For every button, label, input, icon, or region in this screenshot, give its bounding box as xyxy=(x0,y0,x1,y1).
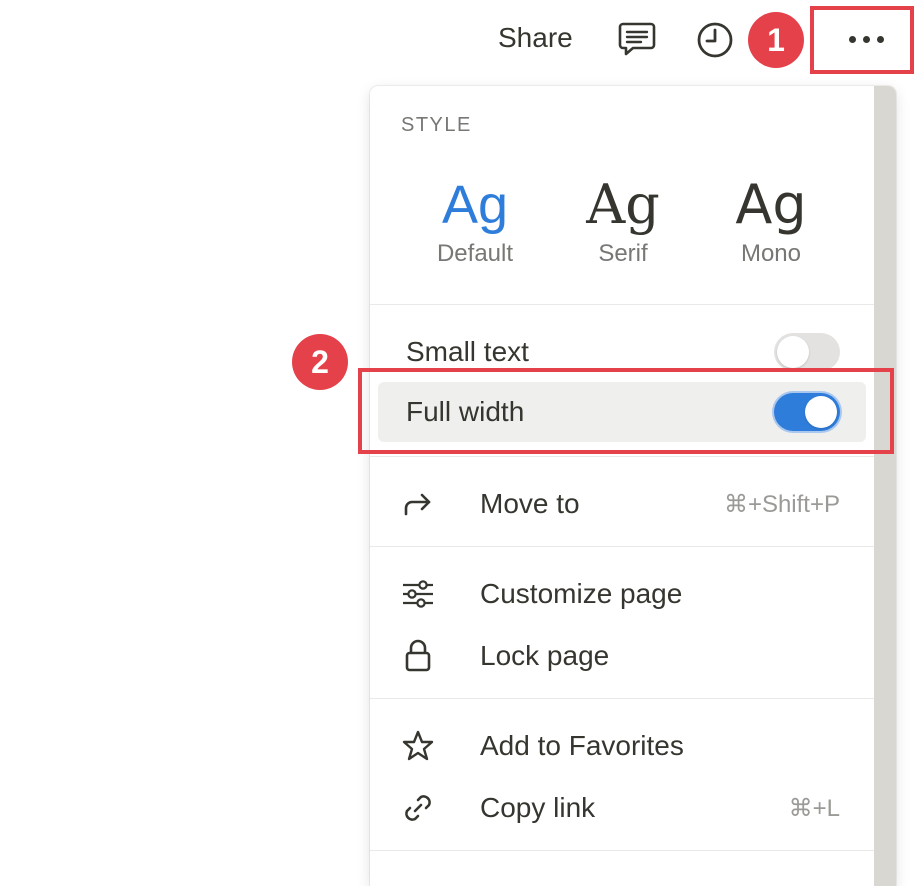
move-to-item[interactable]: Move to ⌘+Shift+P xyxy=(378,476,866,532)
updates-button[interactable] xyxy=(692,18,738,62)
share-button[interactable]: Share xyxy=(498,22,573,54)
arrow-turn-right-icon xyxy=(400,486,436,522)
small-text-toggle[interactable] xyxy=(774,333,840,371)
divider xyxy=(370,456,874,457)
font-label-mono: Mono xyxy=(740,240,802,267)
customize-page-item[interactable]: Customize page xyxy=(378,566,866,622)
font-option-serif[interactable]: Ag Serif xyxy=(558,174,688,268)
font-sample-serif: Ag xyxy=(586,173,660,236)
copy-link-label: Copy link xyxy=(480,792,596,823)
star-icon xyxy=(400,728,436,764)
divider xyxy=(370,546,874,547)
divider xyxy=(370,304,874,305)
divider xyxy=(370,698,874,699)
small-text-label: Small text xyxy=(406,336,529,367)
font-label-default: Default xyxy=(436,240,514,267)
step-badge-1: 1 xyxy=(748,12,804,68)
lock-icon xyxy=(400,638,436,674)
more-horizontal-icon xyxy=(848,35,884,43)
font-option-default[interactable]: Ag Default xyxy=(410,174,540,268)
font-option-mono[interactable]: Ag Mono xyxy=(706,174,836,268)
full-width-toggle[interactable] xyxy=(774,393,840,431)
link-icon xyxy=(400,790,436,826)
move-to-label: Move to xyxy=(480,488,580,519)
menu-scrollbar[interactable] xyxy=(874,86,896,886)
copy-link-item[interactable]: Copy link ⌘+L xyxy=(378,780,866,836)
font-sample-mono: Ag xyxy=(735,173,807,236)
move-to-shortcut: ⌘+Shift+P xyxy=(723,490,840,518)
lock-page-label: Lock page xyxy=(480,640,610,671)
full-width-label: Full width xyxy=(406,396,525,427)
font-label-serif: Serif xyxy=(598,240,648,267)
add-to-favorites-item[interactable]: Add to Favorites xyxy=(378,718,866,774)
lock-page-item[interactable]: Lock page xyxy=(378,628,866,684)
step-badge-2: 2 xyxy=(292,334,348,390)
style-section-label: STYLE xyxy=(401,114,472,136)
comment-button[interactable] xyxy=(614,18,660,60)
add-to-favorites-label: Add to Favorites xyxy=(480,730,684,761)
small-text-row[interactable]: Small text xyxy=(378,322,866,382)
comment-icon xyxy=(618,22,656,56)
customize-page-label: Customize page xyxy=(480,578,683,609)
full-width-row[interactable]: Full width xyxy=(378,382,866,442)
copy-link-shortcut: ⌘+L xyxy=(788,794,840,822)
font-sample-default: Ag xyxy=(441,175,509,235)
sliders-icon xyxy=(400,576,436,612)
divider xyxy=(370,850,874,851)
clock-icon xyxy=(697,22,733,58)
page-options-menu: STYLE Ag Default Ag Serif Ag Mono Small … xyxy=(370,86,896,886)
more-options-button[interactable] xyxy=(822,14,910,64)
